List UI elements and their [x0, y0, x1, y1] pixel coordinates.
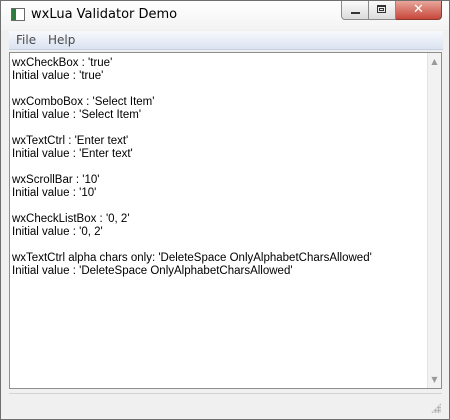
- output-line: Initial value : 'true': [12, 70, 104, 82]
- window-title: wxLua Validator Demo: [31, 7, 178, 22]
- app-window-icon[interactable]: [11, 8, 25, 21]
- menu-help[interactable]: Help: [48, 33, 75, 47]
- output-line: Initial value : '10': [12, 187, 97, 199]
- output-line: Initial value : 'Select Item': [12, 109, 142, 121]
- close-button[interactable]: ✕: [396, 1, 442, 20]
- app-window: wxLua Validator Demo ✕ File Help wxCheck…: [0, 0, 450, 420]
- title-bar[interactable]: wxLua Validator Demo ✕: [1, 1, 449, 30]
- output-line: Initial value : '0, 2': [12, 226, 103, 238]
- output-line: Initial value : 'Enter text': [12, 148, 133, 160]
- vertical-scrollbar[interactable]: ▲ ▼: [427, 53, 441, 388]
- output-text-control[interactable]: wxCheckBox : 'true' Initial value : 'tru…: [9, 52, 442, 389]
- scroll-up-arrow-icon[interactable]: ▲: [428, 53, 441, 70]
- close-icon: ✕: [413, 2, 424, 17]
- caption-buttons: ✕: [341, 1, 442, 21]
- menu-file[interactable]: File: [16, 33, 36, 47]
- scroll-down-arrow-icon[interactable]: ▼: [428, 371, 441, 388]
- maximize-icon: [377, 5, 386, 13]
- minimize-icon: [351, 12, 360, 14]
- status-bar: [9, 393, 442, 414]
- minimize-button[interactable]: [341, 1, 369, 20]
- menu-bar: File Help: [9, 31, 443, 50]
- maximize-button[interactable]: [369, 1, 396, 20]
- output-line: Initial value : 'DeleteSpace OnlyAlphabe…: [12, 265, 293, 277]
- output-text-area[interactable]: wxCheckBox : 'true' Initial value : 'tru…: [11, 54, 427, 387]
- resize-grip-icon[interactable]: [431, 403, 441, 413]
